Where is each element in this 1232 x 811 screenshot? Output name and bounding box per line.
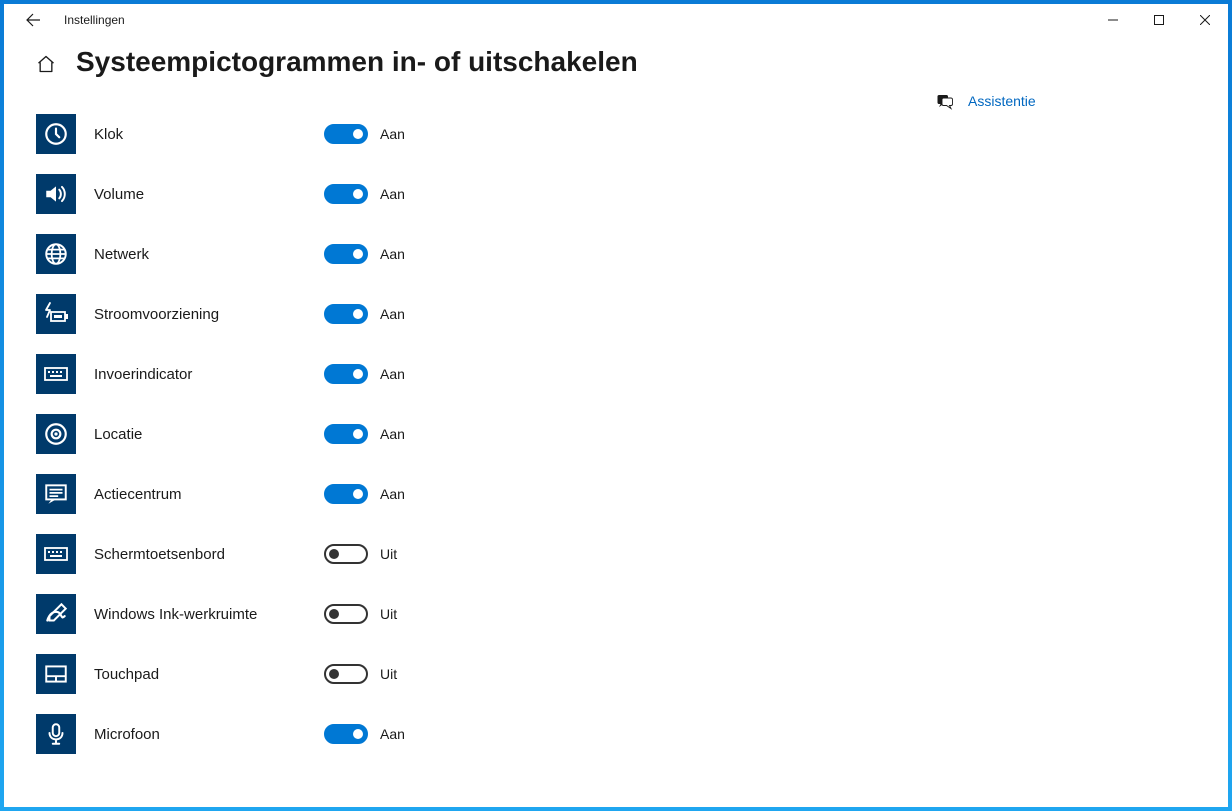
toggle-state-label: Aan xyxy=(380,366,405,382)
assist-label: Assistentie xyxy=(968,93,1036,109)
minimize-button[interactable] xyxy=(1090,4,1136,36)
toggle-state-label: Uit xyxy=(380,606,397,622)
icon-toggle-list: KlokAanVolumeAanNetwerkAanStroomvoorzien… xyxy=(36,104,936,764)
microphone-toggle[interactable] xyxy=(324,724,368,744)
toggle-state-label: Uit xyxy=(380,666,397,682)
window-controls xyxy=(1090,4,1228,36)
network-toggle[interactable] xyxy=(324,244,368,264)
settings-window: Instellingen Systeempictogrammen in- of … xyxy=(4,4,1228,807)
row-label: Netwerk xyxy=(94,246,324,263)
location-toggle[interactable] xyxy=(324,424,368,444)
title-bar: Instellingen xyxy=(4,4,1228,36)
home-icon[interactable] xyxy=(36,54,56,74)
row-label: Actiecentrum xyxy=(94,486,324,503)
minimize-icon xyxy=(1108,15,1118,25)
row-input-indicator: Invoerindicator Aan xyxy=(36,344,636,404)
row-location: Locatie Aan xyxy=(36,404,636,464)
page-title: Systeempictogrammen in- of uitschakelen xyxy=(76,46,638,78)
toggle-state-label: Aan xyxy=(380,186,405,202)
action-center-icon xyxy=(36,474,76,514)
location-icon xyxy=(36,414,76,454)
row-clock: Klok Aan xyxy=(36,104,636,164)
close-icon xyxy=(1200,15,1210,25)
toggle-state-label: Aan xyxy=(380,426,405,442)
touch-keyboard-toggle[interactable] xyxy=(324,544,368,564)
row-touch-keyboard: Schermtoetsenbord Uit xyxy=(36,524,636,584)
row-power: Stroomvoorziening Aan xyxy=(36,284,636,344)
back-button[interactable] xyxy=(16,4,50,36)
touchpad-toggle[interactable] xyxy=(324,664,368,684)
power-icon xyxy=(36,294,76,334)
toggle-state-label: Aan xyxy=(380,246,405,262)
windows-ink-toggle[interactable] xyxy=(324,604,368,624)
maximize-button[interactable] xyxy=(1136,4,1182,36)
row-label: Klok xyxy=(94,126,324,143)
row-label: Invoerindicator xyxy=(94,366,324,383)
row-microphone: Microfoon Aan xyxy=(36,704,636,764)
clock-toggle[interactable] xyxy=(324,124,368,144)
close-button[interactable] xyxy=(1182,4,1228,36)
volume-toggle[interactable] xyxy=(324,184,368,204)
toggle-state-label: Aan xyxy=(380,126,405,142)
row-action-center: Actiecentrum Aan xyxy=(36,464,636,524)
toggle-state-label: Aan xyxy=(380,486,405,502)
toggle-state-label: Aan xyxy=(380,726,405,742)
row-label: Touchpad xyxy=(94,666,324,683)
clock-icon xyxy=(36,114,76,154)
row-touchpad: Touchpad Uit xyxy=(36,644,636,704)
input-indicator-toggle[interactable] xyxy=(324,364,368,384)
row-volume: Volume Aan xyxy=(36,164,636,224)
row-label: Locatie xyxy=(94,426,324,443)
touch-keyboard-icon xyxy=(36,534,76,574)
touchpad-icon xyxy=(36,654,76,694)
content-area: Systeempictogrammen in- of uitschakelen … xyxy=(4,36,1228,807)
volume-icon xyxy=(36,174,76,214)
assist-link[interactable]: Assistentie xyxy=(936,92,1196,110)
row-label: Microfoon xyxy=(94,726,324,743)
toggle-state-label: Uit xyxy=(380,546,397,562)
row-label: Windows Ink-werkruimte xyxy=(94,606,324,623)
power-toggle[interactable] xyxy=(324,304,368,324)
row-label: Schermtoetsenbord xyxy=(94,546,324,563)
side-panel: Assistentie xyxy=(936,46,1196,807)
windows-ink-icon xyxy=(36,594,76,634)
action-center-toggle[interactable] xyxy=(324,484,368,504)
window-title: Instellingen xyxy=(64,13,125,27)
row-windows-ink: Windows Ink-werkruimte Uit xyxy=(36,584,636,644)
header-row: Systeempictogrammen in- of uitschakelen xyxy=(36,46,936,78)
assist-icon xyxy=(936,92,954,110)
microphone-icon xyxy=(36,714,76,754)
main-column: Systeempictogrammen in- of uitschakelen … xyxy=(36,46,936,807)
network-icon xyxy=(36,234,76,274)
row-label: Stroomvoorziening xyxy=(94,306,324,323)
row-network: Netwerk Aan xyxy=(36,224,636,284)
row-label: Volume xyxy=(94,186,324,203)
input-indicator-icon xyxy=(36,354,76,394)
toggle-state-label: Aan xyxy=(380,306,405,322)
maximize-icon xyxy=(1154,15,1164,25)
arrow-left-icon xyxy=(25,12,41,28)
